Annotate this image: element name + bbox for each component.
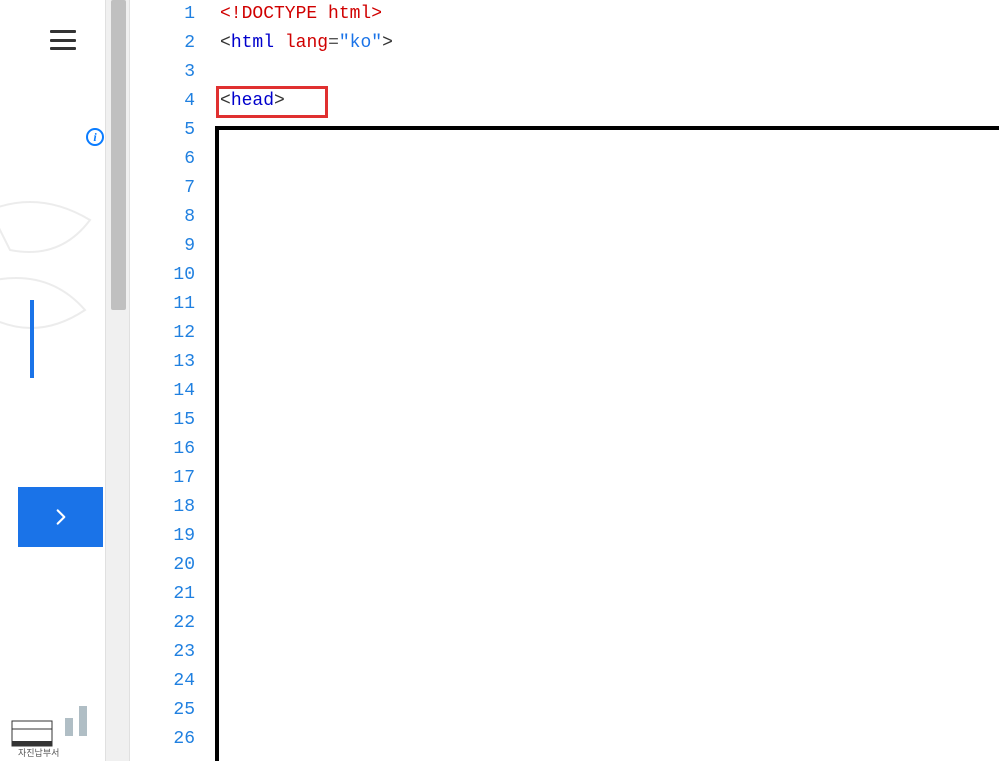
- line-number: 1: [130, 0, 195, 29]
- line-number: 25: [130, 696, 195, 725]
- bottom-label: 자진납부서: [18, 746, 59, 759]
- line-number: 20: [130, 551, 195, 580]
- line-number: 19: [130, 522, 195, 551]
- line-number: 26: [130, 725, 195, 754]
- info-icon[interactable]: i: [86, 128, 104, 146]
- overlay-frame: [215, 126, 999, 761]
- accent-bar: [30, 300, 34, 378]
- hamburger-menu-icon[interactable]: [50, 30, 76, 50]
- line-number: 16: [130, 435, 195, 464]
- left-panel: i 자진납부서: [0, 0, 105, 761]
- line-number: 3: [130, 58, 195, 87]
- line-number: 21: [130, 580, 195, 609]
- scroll-thumb[interactable]: [111, 0, 126, 310]
- line-number: 9: [130, 232, 195, 261]
- line-number: 11: [130, 290, 195, 319]
- line-number: 2: [130, 29, 195, 58]
- code-line[interactable]: <head>: [220, 87, 999, 116]
- line-number: 14: [130, 377, 195, 406]
- next-button[interactable]: [18, 487, 103, 547]
- decorative-graphic: [0, 180, 95, 380]
- line-number: 8: [130, 203, 195, 232]
- document-icon: [10, 711, 60, 751]
- line-number: 5: [130, 116, 195, 145]
- line-number: 15: [130, 406, 195, 435]
- line-number: 24: [130, 667, 195, 696]
- line-number-gutter: 1 2 3 4 5 6 7 8 9 10 11 12 13 14 15 16 1…: [130, 0, 210, 761]
- line-number: 13: [130, 348, 195, 377]
- vertical-scrollbar[interactable]: [105, 0, 130, 761]
- line-number: 17: [130, 464, 195, 493]
- code-line[interactable]: <!DOCTYPE html>: [220, 0, 999, 29]
- code-line[interactable]: [220, 58, 999, 87]
- line-number: 22: [130, 609, 195, 638]
- line-number: 6: [130, 145, 195, 174]
- line-number: 10: [130, 261, 195, 290]
- line-number: 7: [130, 174, 195, 203]
- code-content[interactable]: <!DOCTYPE html> <html lang="ko"> <head>: [220, 0, 999, 116]
- chevron-right-icon: [51, 507, 71, 527]
- line-number: 4: [130, 87, 195, 116]
- mini-bar-chart: [65, 706, 87, 736]
- line-number: 18: [130, 493, 195, 522]
- code-line[interactable]: <html lang="ko">: [220, 29, 999, 58]
- line-number: 12: [130, 319, 195, 348]
- line-number: 23: [130, 638, 195, 667]
- bottom-decoration: 자진납부서: [10, 691, 100, 761]
